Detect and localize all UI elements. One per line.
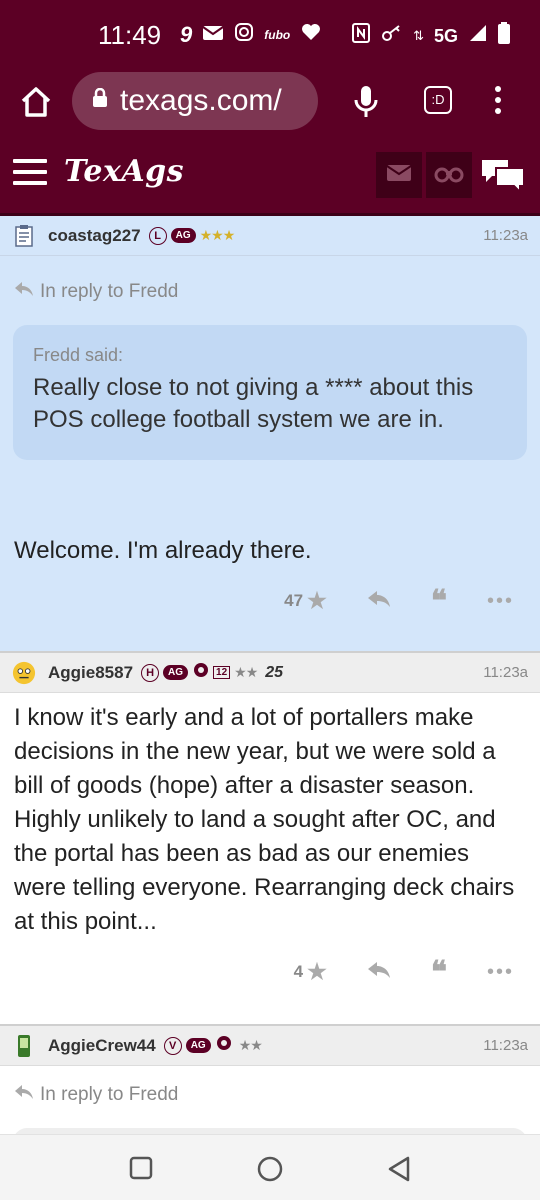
like-count: 47 (284, 591, 304, 610)
network-type-label: 5G (433, 25, 458, 46)
like-count: 4 (293, 962, 304, 981)
quote-text: Really close to not giving a **** about … (33, 374, 474, 433)
chat-bubbles-icon[interactable] (480, 156, 526, 199)
quote-author: Fredd said: (33, 345, 124, 365)
recents-button[interactable] (128, 1155, 154, 1186)
more-options-icon[interactable]: ••• (487, 961, 514, 984)
phone-avatar-icon[interactable] (12, 1034, 36, 1058)
like-button[interactable]: 47 ★ (284, 588, 327, 614)
key-icon (381, 23, 403, 49)
quote-icon[interactable]: ❝ (431, 584, 447, 619)
reply-arrow-icon (14, 281, 34, 303)
username[interactable]: AggieCrew44 (48, 1036, 156, 1056)
badge-ag: AG (170, 228, 196, 243)
aggie-ring-icon (192, 661, 210, 684)
notepad-avatar-icon[interactable] (12, 224, 36, 248)
binoculars-icon (434, 163, 464, 188)
watchlist-button[interactable] (426, 152, 472, 198)
quote-icon[interactable]: ❝ (431, 955, 447, 990)
badge-25: 25 (265, 663, 284, 681)
post: Aggie8587 H AG 12 ★★ 25 11:23a I know it… (0, 653, 540, 1026)
url-text: texags.com/ (120, 84, 282, 117)
instagram-icon (234, 22, 254, 48)
gmail-icon (202, 24, 224, 47)
site-header: TexAgs (0, 134, 540, 216)
messages-button[interactable] (376, 152, 422, 198)
post-feed[interactable]: coastag227 L AG ★★★ 11:23a In reply to F… (0, 216, 540, 1134)
status-time: 11:49 (98, 20, 162, 50)
network-arrows-icon: ⇅ (413, 28, 424, 43)
emoji-avatar-icon[interactable] (12, 661, 36, 685)
post-timestamp[interactable]: 11:23a (483, 227, 528, 244)
post: coastag227 L AG ★★★ 11:23a In reply to F… (0, 216, 540, 653)
signal-icon (468, 23, 488, 49)
site-logo[interactable]: TexAgs (64, 154, 184, 189)
post-header: Aggie8587 H AG 12 ★★ 25 11:23a (0, 653, 540, 693)
reply-to-link[interactable]: In reply to Fredd (0, 1066, 540, 1114)
rank-stars: ★★★ (199, 227, 236, 243)
badge-ag: AG (163, 665, 189, 680)
envelope-icon (386, 164, 412, 187)
post-header: AggieCrew44 V AG ★★ 11:23a (0, 1026, 540, 1066)
status-bar: 11:49 9 fubo ⇅ 5G (0, 0, 540, 70)
home-button[interactable] (256, 1155, 284, 1188)
home-icon[interactable] (18, 84, 54, 120)
badge-v: V (163, 1036, 182, 1055)
iheart-icon (300, 22, 322, 48)
nine-app-icon: 9 (180, 22, 193, 47)
hamburger-menu-icon[interactable] (13, 159, 47, 185)
back-button[interactable] (386, 1155, 412, 1188)
mic-icon[interactable] (352, 84, 380, 125)
fubo-icon: fubo (264, 28, 291, 42)
lock-icon (92, 87, 108, 114)
post: AggieCrew44 V AG ★★ 11:23a In reply to F… (0, 1026, 540, 1134)
reply-arrow-icon (14, 1084, 34, 1106)
browser-menu-icon[interactable] (494, 84, 502, 121)
reply-to-link[interactable]: In reply to Fredd (0, 256, 540, 311)
reply-icon[interactable] (367, 590, 391, 613)
star-icon: ★ (307, 588, 327, 613)
badge-h: H (141, 663, 160, 682)
post-actions: 47 ★ ❝ ••• (0, 576, 540, 626)
aggie-ring-icon (215, 1034, 233, 1057)
tab-switcher-button[interactable]: :D (424, 86, 452, 114)
like-button[interactable]: 4 ★ (294, 959, 327, 985)
nfc-icon (351, 22, 371, 50)
reply-to-text: In reply to Fredd (40, 280, 179, 302)
star-icon: ★ (307, 959, 327, 984)
system-icons: ⇅ 5G (351, 22, 510, 50)
post-body: I know it's early and a lot of portaller… (14, 704, 515, 935)
quote-block: Fredd said: Really close to not giving a… (13, 325, 527, 460)
url-bar[interactable]: texags.com/ (72, 72, 318, 130)
notification-icons: 9 fubo (180, 22, 322, 48)
post-body: Welcome. I'm already there. (14, 537, 312, 564)
post-actions: 4 ★ ❝ ••• (0, 947, 540, 997)
post-header: coastag227 L AG ★★★ 11:23a (0, 216, 540, 256)
reply-icon[interactable] (367, 961, 391, 984)
browser-toolbar: texags.com/ :D (0, 70, 540, 134)
badge-12: 12 (213, 666, 231, 679)
badge-l: L (148, 226, 167, 245)
rank-stars: ★★ (238, 1037, 263, 1053)
badge-ag: AG (185, 1038, 211, 1053)
post-timestamp[interactable]: 11:23a (483, 1037, 528, 1054)
system-navigation-bar (0, 1134, 540, 1200)
rank-stars: ★★ (234, 664, 258, 680)
post-timestamp[interactable]: 11:23a (483, 664, 528, 681)
username[interactable]: Aggie8587 (48, 663, 133, 683)
battery-icon (498, 22, 510, 50)
reply-to-text: In reply to Fredd (40, 1084, 179, 1105)
username[interactable]: coastag227 (48, 226, 141, 246)
more-options-icon[interactable]: ••• (487, 590, 514, 613)
